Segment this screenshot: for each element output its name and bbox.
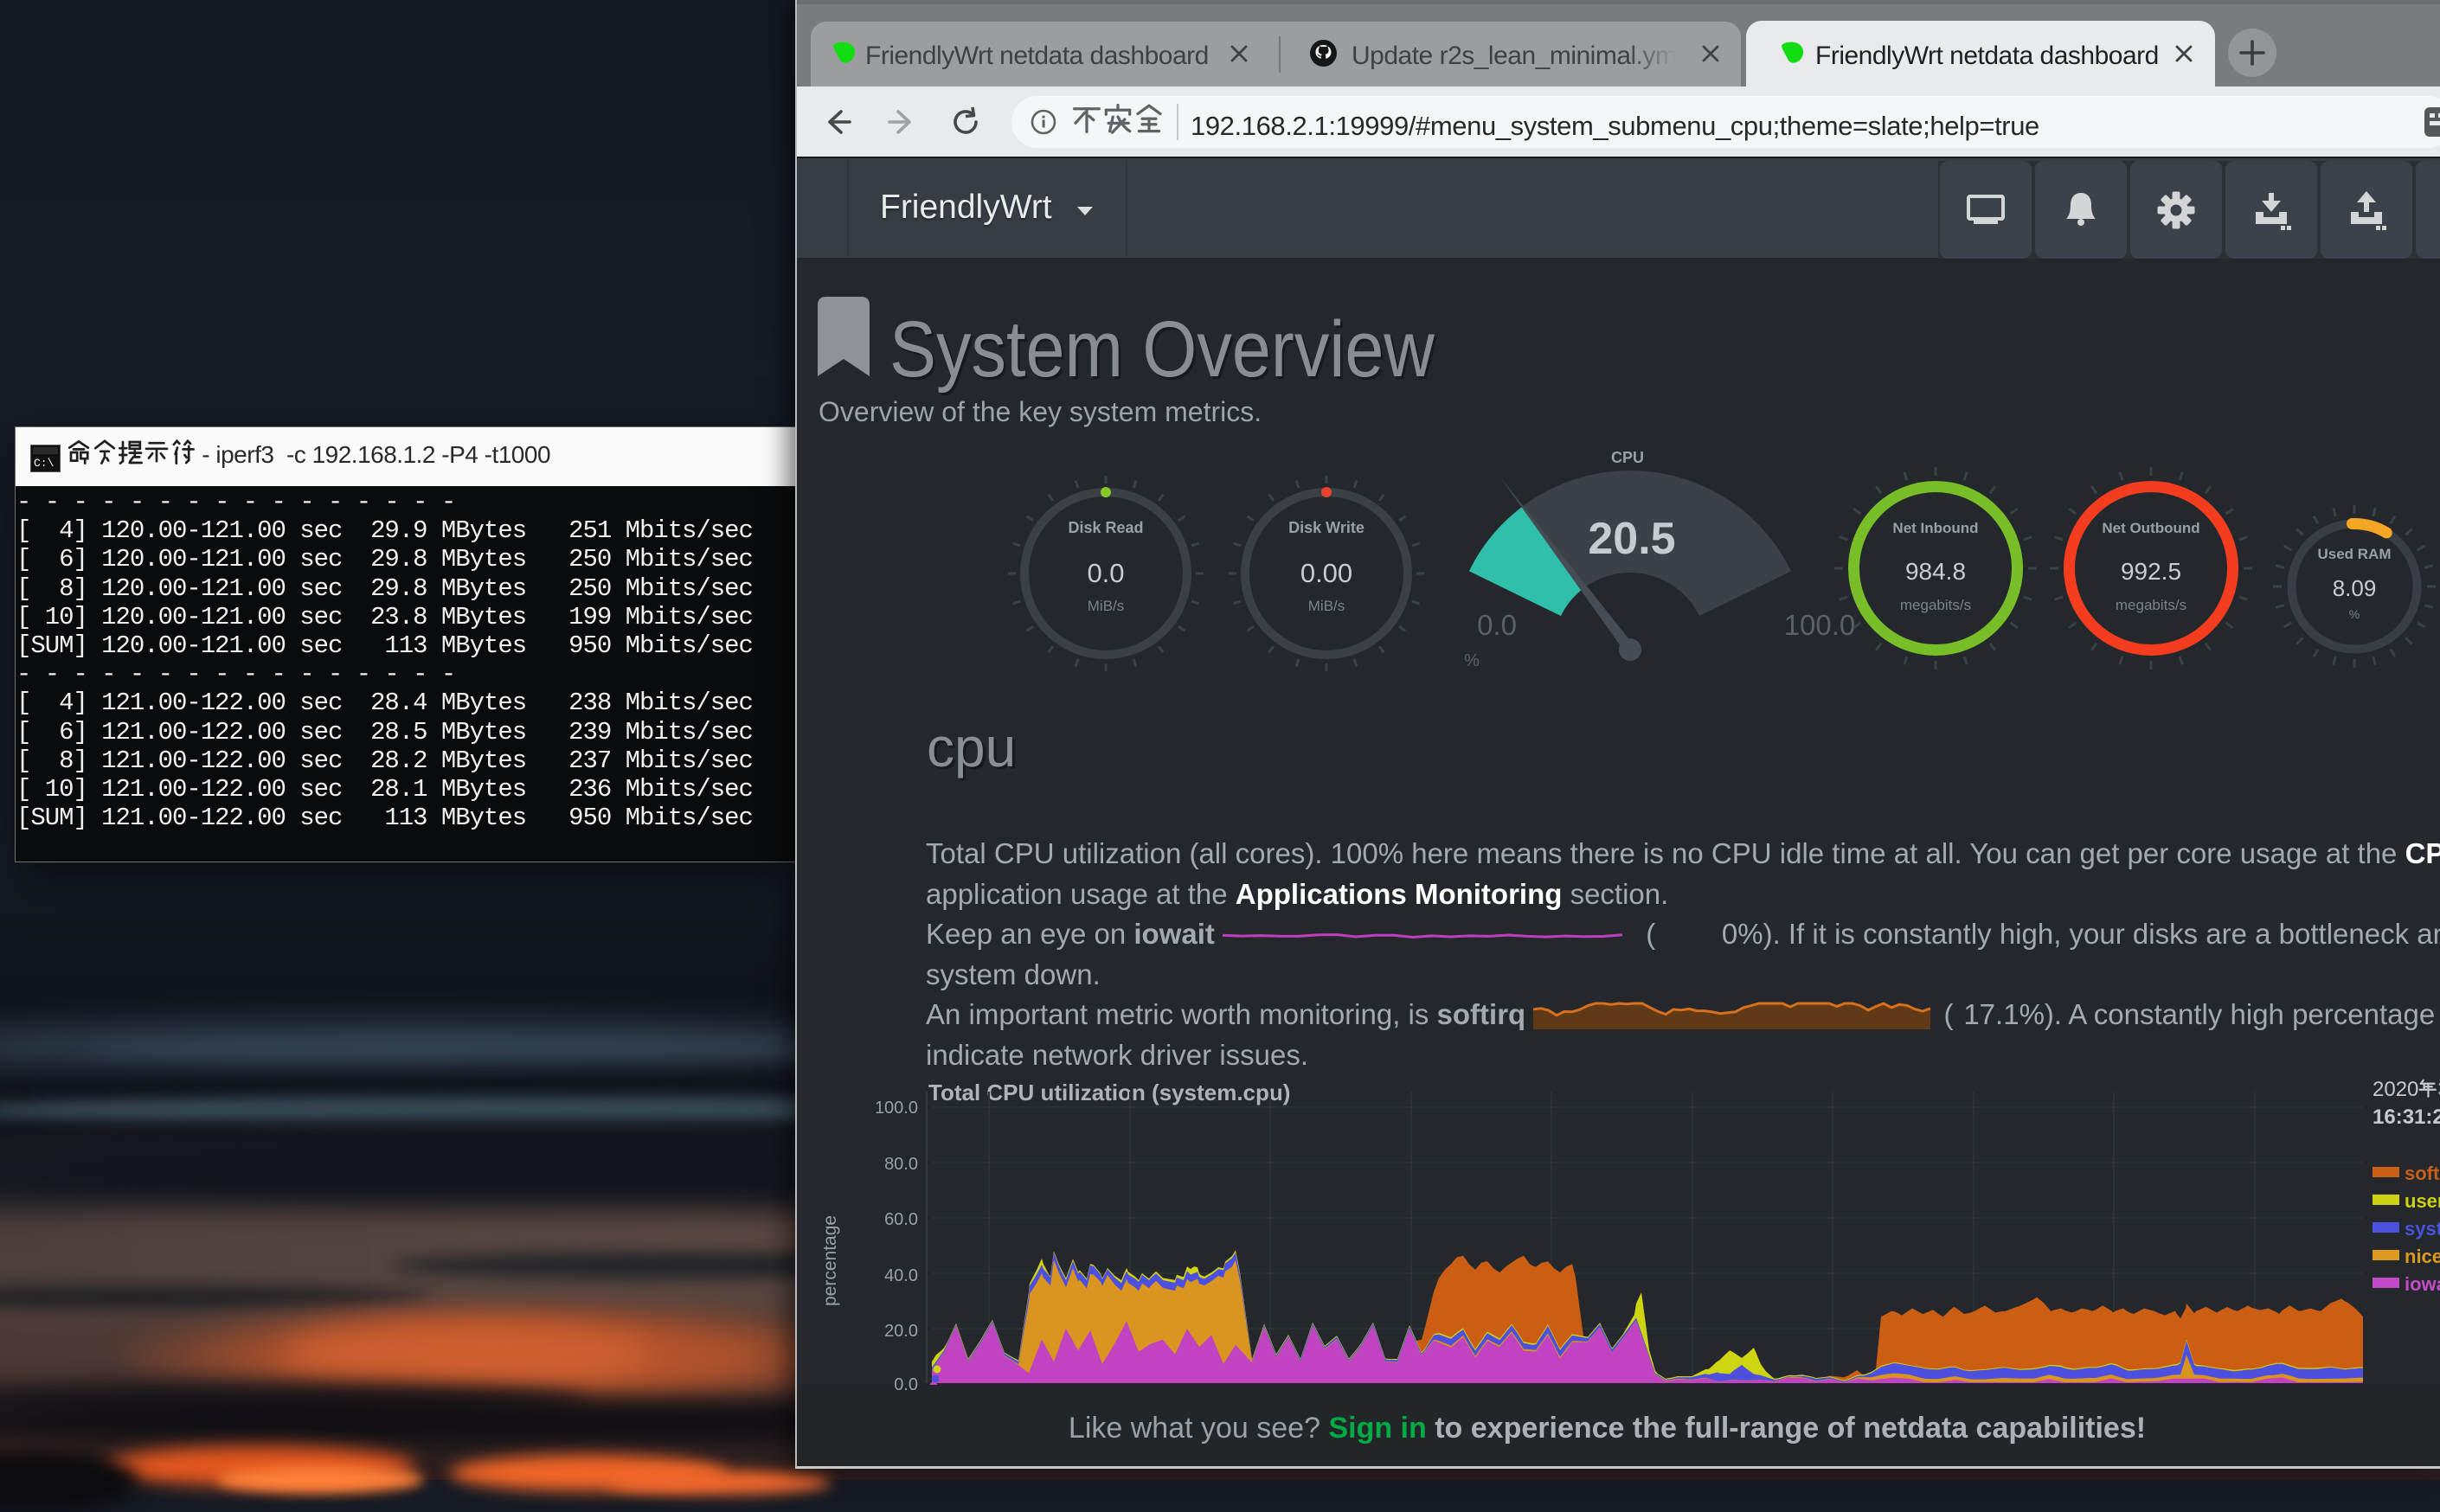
svg-text:100.0: 100.0 <box>1784 609 1856 641</box>
svg-text:8.09: 8.09 <box>2333 575 2377 601</box>
svg-text:Used RAM: Used RAM <box>2317 546 2391 562</box>
svg-text:megabits/s: megabits/s <box>2116 597 2186 613</box>
svg-text:MiB/s: MiB/s <box>1308 598 1345 614</box>
svg-text:984.8: 984.8 <box>1905 558 1966 585</box>
svg-text:%: % <box>2349 607 2360 621</box>
svg-text:%: % <box>1464 651 1480 670</box>
svg-text:Net Inbound: Net Inbound <box>1892 520 1978 536</box>
svg-text:20.5: 20.5 <box>1588 514 1675 564</box>
svg-text:megabits/s: megabits/s <box>1900 597 1971 613</box>
svg-text:0.0: 0.0 <box>1087 558 1124 588</box>
svg-text:Net Outbound: Net Outbound <box>2102 520 2199 536</box>
svg-text:0.0: 0.0 <box>1477 609 1517 641</box>
svg-text:Disk Write: Disk Write <box>1288 519 1364 536</box>
svg-text:Disk Read: Disk Read <box>1068 519 1143 536</box>
svg-text:992.5: 992.5 <box>2121 558 2181 585</box>
svg-text:CPU: CPU <box>1611 449 1644 466</box>
svg-text:MiB/s: MiB/s <box>1088 598 1125 614</box>
svg-text:0.00: 0.00 <box>1300 558 1352 588</box>
